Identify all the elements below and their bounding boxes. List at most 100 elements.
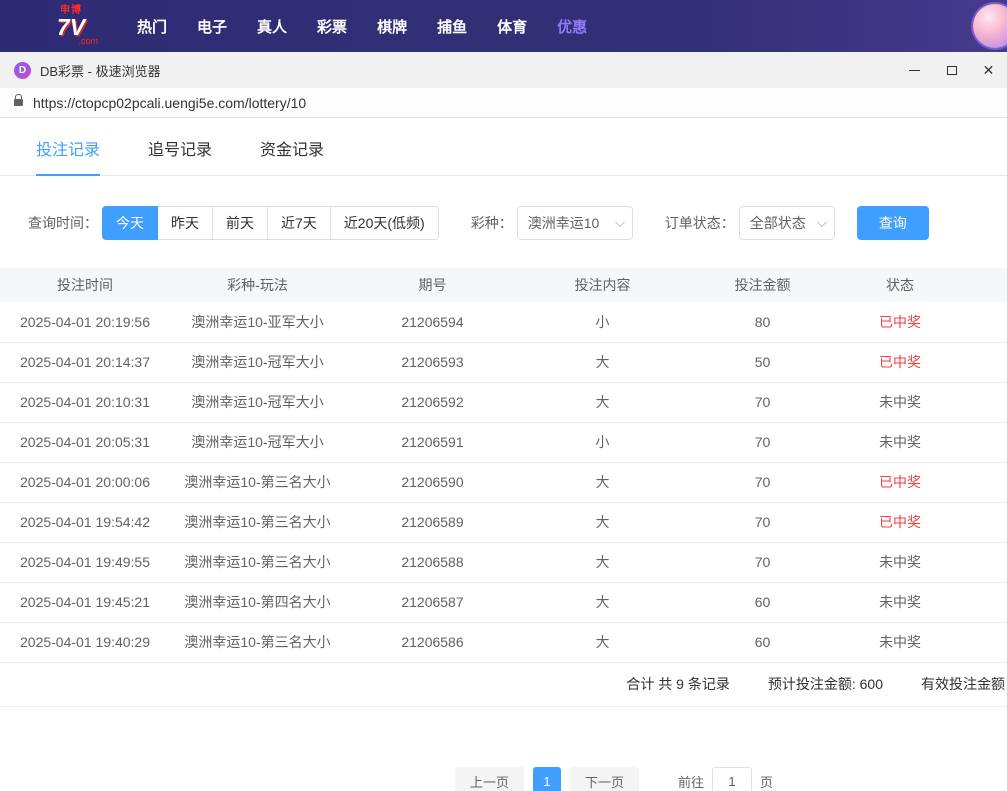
cell-bet-time: 2025-04-01 20:19:56: [0, 302, 170, 342]
browser-favicon-icon: D: [14, 62, 31, 79]
cell-bet-time: 2025-04-01 20:14:37: [0, 342, 170, 382]
cell-bet-content: 大: [520, 502, 685, 542]
browser-title-bar: D DB彩票 - 极速浏览器 ✕: [0, 52, 1007, 88]
page-content: 投注记录 追号记录 资金记录 查询时间： 今天 昨天 前天 近7天 近20天(低…: [0, 118, 1007, 791]
cell-issue: 21206593: [345, 342, 520, 382]
cell-bet-time: 2025-04-01 19:54:42: [0, 502, 170, 542]
tab-fund-records[interactable]: 资金记录: [260, 136, 324, 175]
cell-bet-time: 2025-04-01 20:05:31: [0, 422, 170, 462]
header-bet-time: 投注时间: [0, 268, 170, 302]
minimize-icon: [909, 70, 920, 71]
status-select-value: 全部状态: [750, 213, 806, 233]
time-option-7days[interactable]: 近7天: [267, 206, 331, 240]
header-play-type: 彩种-玩法: [170, 268, 345, 302]
close-icon: ✕: [983, 63, 995, 77]
nav-item-fishing[interactable]: 捕鱼: [437, 16, 467, 37]
cell-bet-time: 2025-04-01 19:49:55: [0, 542, 170, 582]
nav-item-cards[interactable]: 棋牌: [377, 16, 407, 37]
cell-play-type: 澳洲幸运10-亚军大小: [170, 302, 345, 342]
summary-valid: 有效投注金额: [921, 674, 1005, 694]
goto-label: 前往: [678, 772, 704, 791]
cell-spacer: [960, 342, 1007, 382]
cell-spacer: [960, 302, 1007, 342]
time-option-yesterday[interactable]: 昨天: [157, 206, 213, 240]
time-option-2days-ago[interactable]: 前天: [212, 206, 268, 240]
close-button[interactable]: ✕: [970, 52, 1007, 88]
time-filter-group: 今天 昨天 前天 近7天 近20天(低频): [102, 206, 439, 240]
bet-table-body: 2025-04-01 20:19:56澳洲幸运10-亚军大小21206594 小 8…: [0, 302, 1007, 662]
cell-bet-amount: 70: [685, 502, 840, 542]
cell-issue: 21206587: [345, 582, 520, 622]
cell-bet-content: 小: [520, 422, 685, 462]
cell-bet-amount: 50: [685, 342, 840, 382]
table-row: 2025-04-01 20:10:31澳洲幸运10-冠军大小21206592大7…: [0, 382, 1007, 422]
cell-bet-amount: 80: [685, 302, 840, 342]
next-page-button[interactable]: 下一页: [570, 767, 639, 791]
cell-play-type: 澳洲幸运10-第四名大小: [170, 582, 345, 622]
cell-bet-content: 大: [520, 462, 685, 502]
nav-item-slots[interactable]: 电子: [197, 16, 227, 37]
header-bet-amount: 投注金额: [685, 268, 840, 302]
cell-bet-amount: 70: [685, 462, 840, 502]
goto-page-input[interactable]: [712, 767, 752, 791]
table-row: 2025-04-01 20:19:56澳洲幸运10-亚军大小21206594小8…: [0, 302, 1007, 342]
lottery-filter-label: 彩种：: [471, 213, 513, 233]
time-option-today[interactable]: 今天: [102, 206, 158, 240]
address-bar[interactable]: https://ctopcp02pcali.uengi5e.com/lotter…: [0, 88, 1007, 118]
summary-bar: 合计 共 9 条记录 预计投注金额: 600 有效投注金额: [0, 663, 1007, 707]
lock-icon: [14, 99, 23, 106]
maximize-button[interactable]: [933, 52, 970, 88]
time-filter-label: 查询时间：: [28, 213, 98, 233]
nav-item-hot[interactable]: 热门: [137, 16, 167, 37]
record-tabs: 投注记录 追号记录 资金记录: [0, 118, 1007, 176]
cell-play-type: 澳洲幸运10-第三名大小: [170, 462, 345, 502]
cell-status: 未中奖: [840, 542, 960, 582]
cell-play-type: 澳洲幸运10-第三名大小: [170, 542, 345, 582]
cell-spacer: [960, 582, 1007, 622]
cell-spacer: [960, 542, 1007, 582]
top-nav: 申博 7V .com 热门 电子 真人 彩票 棋牌 捕鱼 体育 优惠: [0, 0, 1007, 52]
table-row: 2025-04-01 20:14:37澳洲幸运10-冠军大小21206593大5…: [0, 342, 1007, 382]
cell-bet-time: 2025-04-01 20:00:06: [0, 462, 170, 502]
cell-bet-content: 大: [520, 542, 685, 582]
table-row: 2025-04-01 20:05:31澳洲幸运10-冠军大小21206591小7…: [0, 422, 1007, 462]
table-row: 2025-04-01 20:00:06澳洲幸运10-第三名大小21206590大…: [0, 462, 1007, 502]
cell-issue: 21206592: [345, 382, 520, 422]
nav-item-promo[interactable]: 优惠: [557, 16, 587, 37]
nav-item-sports[interactable]: 体育: [497, 16, 527, 37]
order-status-select[interactable]: 全部状态: [739, 206, 835, 240]
cell-bet-amount: 60: [685, 622, 840, 662]
cell-issue: 21206594: [345, 302, 520, 342]
cell-play-type: 澳洲幸运10-冠军大小: [170, 422, 345, 462]
nav-item-live[interactable]: 真人: [257, 16, 287, 37]
header-spacer: [960, 268, 1007, 302]
lottery-select[interactable]: 澳洲幸运10: [517, 206, 633, 240]
cell-spacer: [960, 382, 1007, 422]
cell-bet-time: 2025-04-01 19:40:29: [0, 622, 170, 662]
minimize-button[interactable]: [896, 52, 933, 88]
cell-bet-content: 大: [520, 342, 685, 382]
window-controls: ✕: [896, 52, 1007, 88]
url-text: https://ctopcp02pcali.uengi5e.com/lotter…: [33, 95, 306, 111]
user-avatar[interactable]: [973, 4, 1007, 48]
time-option-20days[interactable]: 近20天(低频): [330, 206, 439, 240]
cell-status: 未中奖: [840, 422, 960, 462]
tab-chase-records[interactable]: 追号记录: [148, 136, 212, 175]
cell-play-type: 澳洲幸运10-冠军大小: [170, 382, 345, 422]
cell-status: 未中奖: [840, 382, 960, 422]
pagination: 上一页 1 下一页 前往 页: [455, 767, 773, 791]
lottery-select-value: 澳洲幸运10: [528, 213, 600, 233]
search-button[interactable]: 查询: [857, 206, 929, 240]
table-header-row: 投注时间 彩种-玩法 期号 投注内容 投注金额 状态: [0, 268, 1007, 302]
status-filter-label: 订单状态：: [665, 213, 735, 233]
window-title: DB彩票 - 极速浏览器: [40, 61, 161, 80]
cell-status: 未中奖: [840, 622, 960, 662]
nav-item-lottery[interactable]: 彩票: [317, 16, 347, 37]
cell-issue: 21206588: [345, 542, 520, 582]
tab-bet-records[interactable]: 投注记录: [36, 136, 100, 176]
cell-play-type: 澳洲幸运10-冠军大小: [170, 342, 345, 382]
page-number-current[interactable]: 1: [533, 767, 561, 791]
prev-page-button[interactable]: 上一页: [455, 767, 524, 791]
table-row: 2025-04-01 19:54:42澳洲幸运10-第三名大小21206589大…: [0, 502, 1007, 542]
site-logo[interactable]: 申博 7V .com: [44, 6, 98, 46]
